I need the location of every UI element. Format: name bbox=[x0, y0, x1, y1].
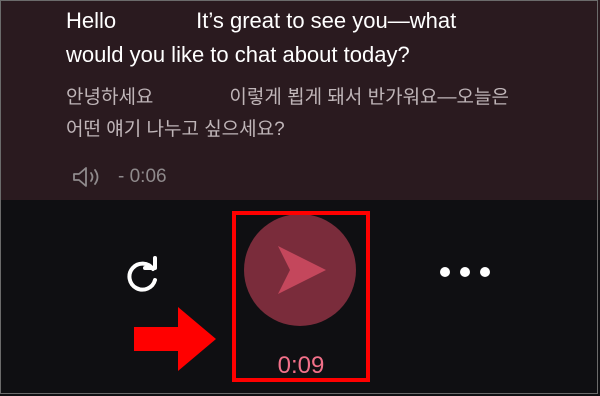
korean-line-2: 어떤 얘기 나누고 싶으세요? bbox=[66, 119, 285, 140]
audio-duration: - 0:06 bbox=[118, 166, 167, 187]
refresh-icon[interactable] bbox=[120, 256, 164, 294]
more-icon[interactable] bbox=[440, 262, 490, 282]
english-message: Hello It’s great to see you—what would yo… bbox=[66, 4, 566, 72]
chat-message-panel: Hello It’s great to see you—what would yo… bbox=[0, 0, 600, 200]
korean-translation: 안녕하세요 이렇게 뵙게 돼서 반가워요—오늘은 어떤 얘기 나누고 싶으세요? bbox=[66, 82, 586, 146]
english-line-1-text: It’s great to see you—what bbox=[196, 8, 457, 33]
korean-line-1-text: 이렇게 뵙게 돼서 반가워요—오늘은 bbox=[229, 87, 509, 108]
more-dot bbox=[440, 267, 450, 277]
more-dot bbox=[480, 267, 490, 277]
speaker-icon[interactable] bbox=[72, 166, 102, 188]
english-greeting: Hello bbox=[66, 8, 117, 33]
more-dot bbox=[460, 267, 470, 277]
english-line-1: Hello It’s great to see you—what bbox=[66, 4, 566, 38]
english-line-2: would you like to chat about today? bbox=[66, 42, 410, 67]
audio-playback[interactable]: - 0:06 bbox=[72, 166, 167, 188]
korean-line-1: 안녕하세요 이렇게 뵙게 돼서 반가워요—오늘은 bbox=[66, 82, 586, 114]
korean-greeting: 안녕하세요 bbox=[66, 87, 154, 108]
annotation-arrow-icon bbox=[134, 307, 216, 371]
highlight-box bbox=[232, 211, 370, 382]
